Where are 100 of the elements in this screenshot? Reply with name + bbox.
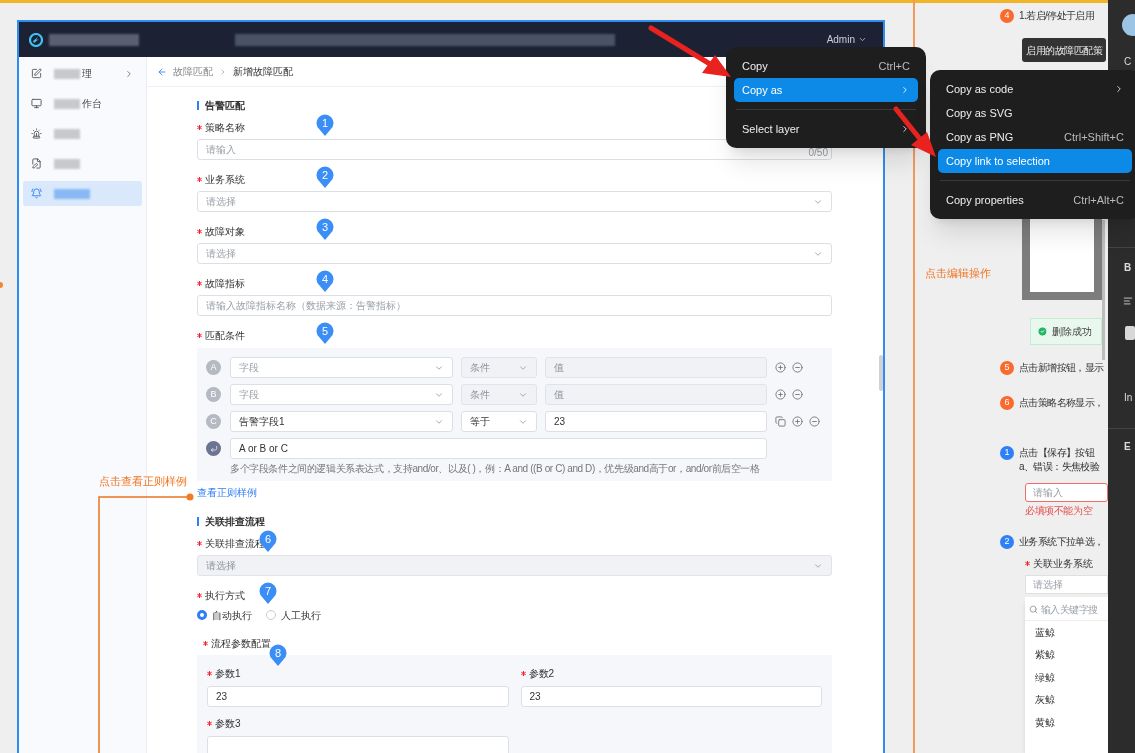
menu-icon [31, 128, 42, 139]
text-input[interactable] [207, 736, 509, 753]
field-label: 参数1 [215, 666, 241, 681]
remove-button[interactable] [792, 362, 803, 373]
back-arrow-icon[interactable] [157, 66, 167, 77]
text-input[interactable]: 23 [520, 686, 822, 707]
remove-button[interactable] [809, 416, 820, 427]
menu-item[interactable]: Copy as SVG [938, 101, 1132, 125]
step-pin: 7 [259, 582, 277, 604]
step-number: 6 [1000, 396, 1014, 410]
step-text: 点击策略名称显示， [1019, 396, 1104, 410]
align-icon[interactable] [1123, 296, 1133, 306]
text-input[interactable]: 23 [207, 686, 509, 707]
add-button[interactable] [792, 416, 803, 427]
input-swatch[interactable] [1125, 326, 1135, 340]
menu-item[interactable]: Select layer [734, 117, 918, 141]
logo-icon [29, 32, 43, 47]
radio-button[interactable] [266, 610, 276, 620]
radio-option[interactable]: 自动执行 [197, 607, 252, 623]
step-pin: 3 [316, 218, 334, 240]
operator-select[interactable]: 等于 [461, 411, 537, 432]
field-label: 关联业务系统 [1033, 557, 1093, 571]
success-toast: 删除成功 [1030, 318, 1102, 345]
tooltip: 启用的故障匹配策 [1022, 38, 1106, 62]
dropdown-option[interactable]: 绿鲸 [1025, 666, 1108, 689]
step-number: 2 [1000, 535, 1014, 549]
menu-item[interactable]: Copy as code [938, 77, 1132, 101]
field-label: 流程参数配置 [211, 636, 271, 651]
menu-item[interactable]: Copy as PNG Ctrl+Shift+C [938, 125, 1132, 149]
step-text: 1.若启/停处于启用 [1019, 9, 1095, 23]
chevron-down-icon [858, 35, 867, 44]
breadcrumb-link[interactable]: 故障匹配 [173, 64, 213, 79]
sidebar-item[interactable]: 作台 [23, 91, 142, 116]
chevron-right-icon [219, 67, 227, 76]
add-button[interactable] [775, 389, 786, 400]
logic-icon [206, 441, 221, 456]
letter-badge: B [206, 387, 221, 402]
step-pin: 5 [316, 322, 334, 344]
section-title: 告警匹配 [205, 98, 245, 113]
menu-icon [31, 158, 42, 169]
error-message: 必填项不能为空 [1025, 504, 1093, 518]
step-number: 5 [1000, 361, 1014, 375]
blurred-text [54, 128, 80, 139]
menu-icon [31, 188, 42, 199]
menu-item[interactable]: Copy link to selection [938, 149, 1132, 173]
annotation-text: 点击编辑操作 [925, 266, 991, 281]
field-label: 执行方式 [205, 588, 245, 603]
menu-icon [31, 98, 42, 109]
remove-button[interactable] [792, 389, 803, 400]
blurred-text [54, 188, 90, 199]
step-text: 业务系统下拉单选， [1019, 535, 1104, 549]
field-select[interactable]: 告警字段1 [230, 411, 453, 432]
dropdown-option[interactable]: 黄鲸 [1025, 711, 1108, 734]
expression-input[interactable]: A or B or C [230, 438, 767, 459]
field-label: 匹配条件 [205, 328, 245, 343]
regex-example-link[interactable]: 查看正则样例 [197, 485, 257, 500]
dropdown-option[interactable]: 灰鲸 [1025, 688, 1108, 711]
hint-text: 多个字段条件之间的逻辑关系表达式，支持and/or、以及( )，例：A and ((B or C) and D)，优先级and高于or，and/or前后空一格 [230, 462, 761, 475]
blurred-text [54, 158, 80, 169]
field-label: 业务系统 [205, 172, 245, 187]
sidebar-item[interactable]: 理 [23, 61, 142, 86]
letter-badge: A [206, 360, 221, 375]
step-pin: 4 [316, 270, 334, 292]
breadcrumb-current: 新增故障匹配 [233, 65, 293, 79]
dropdown-option[interactable]: 蓝鲸 [1025, 621, 1108, 644]
menu-item[interactable]: Copy properties Ctrl+Alt+C [938, 188, 1132, 212]
field-label: 策略名称 [205, 120, 245, 135]
letter-badge: C [206, 414, 221, 429]
scrollbar-thumb[interactable] [879, 355, 883, 391]
search-icon [1029, 605, 1038, 614]
field-label: 参数3 [215, 716, 241, 731]
blurred-text [54, 68, 80, 79]
field-label: 参数2 [528, 666, 555, 681]
check-icon [1037, 326, 1048, 337]
step-text: 点击【保存】按钮 [1019, 446, 1096, 460]
radio-option[interactable]: 人工执行 [266, 607, 321, 623]
add-button[interactable] [775, 362, 786, 373]
step-pin: 1 [316, 114, 334, 136]
annotation-text: 点击查看正则样例 [99, 474, 187, 489]
copy-button[interactable] [775, 416, 786, 427]
menu-item[interactable]: Copy as [734, 78, 918, 102]
pointer-arrow [893, 106, 937, 158]
menu-label: 作台 [82, 97, 102, 111]
blurred-text [54, 98, 80, 109]
step-number: 4 [1000, 9, 1014, 23]
panel-text: E [1124, 440, 1131, 454]
panel-text: C [1124, 55, 1132, 69]
user-menu[interactable]: Admin [826, 32, 867, 47]
step-text: 点击新增按钮，显示 [1019, 361, 1104, 375]
field-label: 故障指标 [205, 276, 245, 291]
section-title: 关联排查流程 [205, 514, 265, 529]
radio-button[interactable] [197, 610, 207, 620]
dropdown-option[interactable]: 紫鲸 [1025, 643, 1108, 666]
menu-item[interactable]: Copy Ctrl+C [734, 54, 918, 78]
value-input[interactable]: 23 [545, 411, 767, 432]
panel-text: B [1124, 261, 1132, 275]
menu-label: 理 [82, 67, 92, 81]
step-pin: 2 [316, 166, 334, 188]
menu-icon [31, 68, 42, 79]
char-counter: 0/50 [808, 146, 828, 160]
